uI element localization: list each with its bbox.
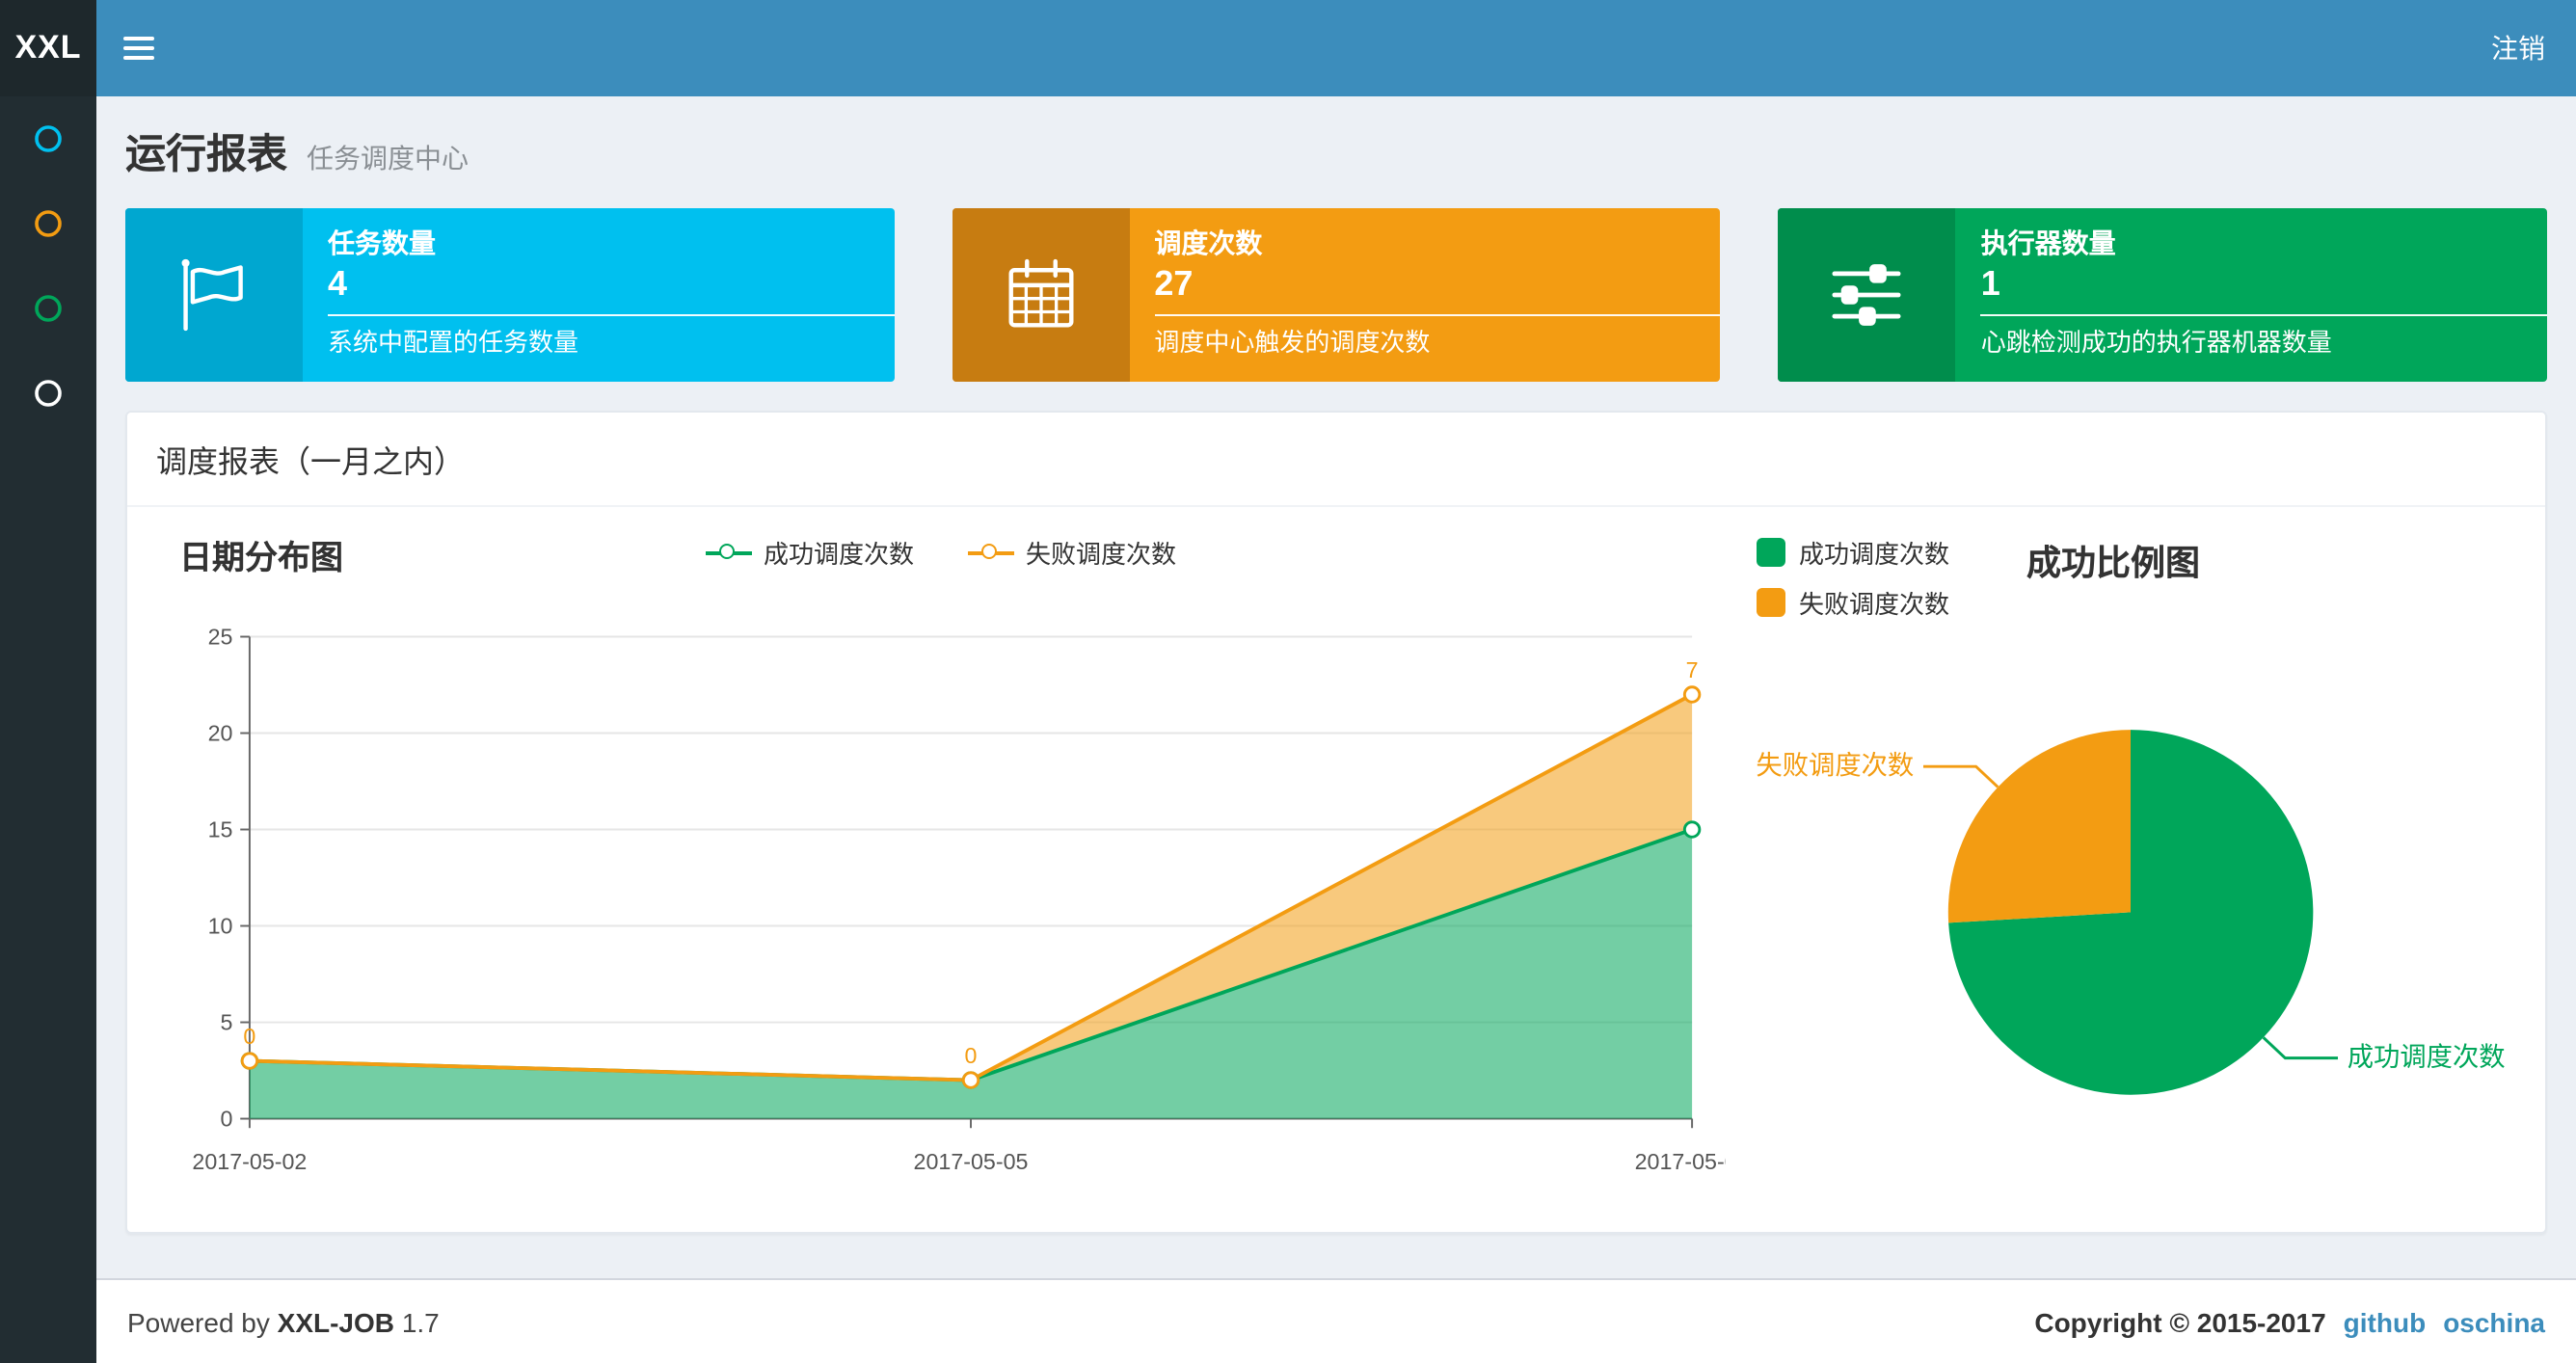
svg-text:20: 20 xyxy=(208,720,233,745)
powered-by-text: Powered by xyxy=(127,1306,270,1337)
info-box-value: 1 xyxy=(1980,264,2000,303)
info-box-description: 系统中配置的任务数量 xyxy=(328,328,579,357)
info-box-triggers: 调度次数 27 调度中心触发的调度次数 xyxy=(952,208,1721,382)
line-series-marker-icon xyxy=(968,544,1014,561)
svg-text:2017-05-08: 2017-05-08 xyxy=(1635,1149,1726,1174)
svg-text:2017-05-05: 2017-05-05 xyxy=(914,1149,1029,1174)
hamburger-icon xyxy=(123,56,154,60)
pie-chart-legend: 成功调度次数 失败调度次数 xyxy=(1757,534,1949,621)
page-title: 运行报表 xyxy=(125,133,287,177)
divider xyxy=(1154,314,1721,316)
legend-label: 成功调度次数 xyxy=(763,540,914,569)
schedule-report-panel: 调度报表（一月之内） 日期分布图 成功调度次数 失败调度次数 0 5 10 15… xyxy=(125,411,2547,1235)
svg-text:2017-05-02: 2017-05-02 xyxy=(192,1149,307,1174)
brand-name: XXL-JOB xyxy=(277,1306,395,1337)
circle-icon xyxy=(35,295,62,322)
flag-icon xyxy=(125,208,303,382)
line-chart-legend: 成功调度次数 失败调度次数 xyxy=(156,534,1726,571)
info-box-value: 4 xyxy=(328,264,348,303)
powered-by: Powered by XXL-JOB 1.7 xyxy=(127,1306,440,1337)
circle-icon xyxy=(35,210,62,237)
oschina-link[interactable]: oschina xyxy=(2443,1306,2545,1337)
top-navbar: XXL 注销 xyxy=(0,0,2576,96)
main-content: 运行报表 任务调度中心 任务数量 4 系统中配置的任务数量 调度次数 27 调度… xyxy=(96,96,2576,1278)
legend-item-fail[interactable]: 失败调度次数 xyxy=(968,534,1176,571)
version-text: 1.7 xyxy=(401,1306,440,1337)
sidebar-item-1[interactable] xyxy=(0,96,96,181)
info-box-executors: 执行器数量 1 心跳检测成功的执行器机器数量 xyxy=(1778,208,2548,382)
success-ratio-chart: 成功调度次数 失败调度次数 成功比例图 成功调度次数 失败调度次数 xyxy=(1745,522,2516,1193)
divider xyxy=(328,314,895,316)
hamburger-icon xyxy=(123,37,154,40)
line-chart-svg: 05101520252017-05-022017-05-052017-05-08… xyxy=(192,624,1726,1174)
calendar-icon xyxy=(952,208,1130,382)
line-series-marker-icon xyxy=(705,544,752,561)
svg-text:失败调度次数: 失败调度次数 xyxy=(1756,750,1914,780)
legend-item-fail[interactable]: 失败调度次数 xyxy=(1757,584,1949,621)
svg-text:15: 15 xyxy=(208,816,233,842)
svg-text:成功调度次数: 成功调度次数 xyxy=(2348,1041,2506,1071)
legend-label: 成功调度次数 xyxy=(1799,540,1950,569)
svg-text:0: 0 xyxy=(221,1106,233,1131)
github-link[interactable]: github xyxy=(2344,1306,2427,1337)
info-box-label: 调度次数 xyxy=(1154,227,1263,258)
content-header: 运行报表 任务调度中心 xyxy=(96,96,2576,189)
legend-item-success[interactable]: 成功调度次数 xyxy=(1757,534,1949,571)
stat-boxes: 任务数量 4 系统中配置的任务数量 调度次数 27 调度中心触发的调度次数 执行… xyxy=(96,189,2576,382)
divider xyxy=(1980,314,2548,316)
legend-swatch-icon xyxy=(1757,588,1785,617)
info-box-body: 任务数量 4 系统中配置的任务数量 xyxy=(303,208,895,382)
sidebar-item-3[interactable] xyxy=(0,266,96,351)
info-box-label: 任务数量 xyxy=(328,227,436,258)
sidebar xyxy=(0,96,96,1363)
info-box-label: 执行器数量 xyxy=(1980,227,2116,258)
legend-label: 失败调度次数 xyxy=(1799,590,1950,619)
page-subtitle: 任务调度中心 xyxy=(307,143,469,174)
date-distribution-chart: 日期分布图 成功调度次数 失败调度次数 0 5 10 15 20 25 2017… xyxy=(156,522,1726,1193)
panel-body: 日期分布图 成功调度次数 失败调度次数 0 5 10 15 20 25 2017… xyxy=(127,507,2545,1232)
info-box-description: 心跳检测成功的执行器机器数量 xyxy=(1980,328,2332,357)
info-box-jobs: 任务数量 4 系统中配置的任务数量 xyxy=(125,208,895,382)
logout-link[interactable]: 注销 xyxy=(2460,0,2576,96)
svg-text:5: 5 xyxy=(221,1009,233,1034)
app-logo[interactable]: XXL xyxy=(0,0,96,96)
legend-label: 失败调度次数 xyxy=(1026,540,1177,569)
copyright-text: Copyright © 2015-2017 xyxy=(2034,1306,2326,1337)
info-box-value: 27 xyxy=(1154,264,1194,303)
svg-text:7: 7 xyxy=(1686,657,1699,682)
panel-title: 调度报表（一月之内） xyxy=(127,413,2545,507)
hamburger-icon xyxy=(123,46,154,50)
svg-text:0: 0 xyxy=(965,1043,978,1068)
pie-chart-svg: 成功调度次数 失败调度次数 xyxy=(1756,730,2506,1095)
circle-icon xyxy=(35,380,62,407)
svg-text:10: 10 xyxy=(208,913,233,938)
info-box-body: 执行器数量 1 心跳检测成功的执行器机器数量 xyxy=(1956,208,2548,382)
circle-icon xyxy=(35,125,62,152)
footer: Powered by XXL-JOB 1.7 Copyright © 2015-… xyxy=(96,1278,2576,1363)
sidebar-item-4[interactable] xyxy=(0,351,96,436)
app-root: XXL 注销 运行报表 任务调度中心 任务数量 4 系统中配置的任务数量 调度次… xyxy=(0,0,2576,1363)
legend-swatch-icon xyxy=(1757,538,1785,567)
info-box-description: 调度中心触发的调度次数 xyxy=(1154,328,1431,357)
sidebar-toggle-button[interactable] xyxy=(96,0,181,96)
legend-item-success[interactable]: 成功调度次数 xyxy=(705,534,914,571)
svg-text:0: 0 xyxy=(243,1024,255,1049)
sidebar-item-2[interactable] xyxy=(0,181,96,266)
sliders-icon xyxy=(1778,208,1956,382)
info-box-body: 调度次数 27 调度中心触发的调度次数 xyxy=(1129,208,1721,382)
svg-text:25: 25 xyxy=(208,624,233,649)
pie-chart-title: 成功比例图 xyxy=(2026,544,2201,582)
